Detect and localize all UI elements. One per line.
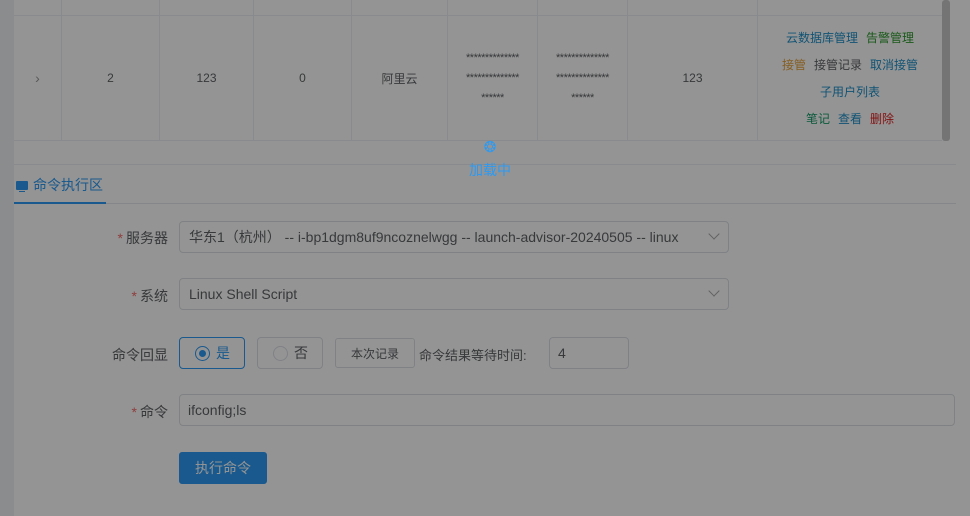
command-input[interactable]: ifconfig;ls [179,394,955,426]
alarm-link[interactable]: 告警管理 [866,29,914,46]
system-label: * 系统 [131,288,168,304]
expand-row-button[interactable]: › [14,16,62,140]
execute-command-button[interactable]: 执行命令 [179,452,267,484]
left-gutter [0,0,14,516]
radio-dot [195,345,210,361]
monitor-icon [16,180,28,192]
wait-time-input[interactable]: 4 [549,337,629,369]
sub-users-link[interactable]: 子用户列表 [820,83,880,100]
wait-time-label: 命令结果等待时间: [419,348,527,363]
takeover-link[interactable]: 接管 [782,56,806,73]
takeover-log-link[interactable]: 接管记录 [814,56,862,73]
delete-link[interactable]: 删除 [870,110,894,127]
cell-key1: ************** ************** ****** [448,16,538,140]
tab-command-area[interactable]: 命令执行区 [14,168,106,204]
echo-yes-radio[interactable]: 是 [179,337,245,369]
record-button[interactable]: 本次记录 [335,338,415,368]
chevron-down-icon [708,228,720,240]
cell-key2: ************** ************** ****** [538,16,628,140]
tab-bar: 命令执行区 [14,168,956,204]
command-label: * 命令 [131,404,168,420]
chevron-down-icon [708,285,720,297]
instance-table: › 2 123 0 阿里云 ************** ***********… [14,0,956,165]
table-scrollbar[interactable] [942,0,950,141]
view-link[interactable]: 查看 [838,110,862,127]
table-row [14,0,942,16]
cell-col-b: 0 [254,16,352,140]
cell-provider: 阿里云 [352,16,448,140]
server-label: * 服务器 [117,230,168,246]
echo-no-radio[interactable]: 否 [257,337,323,369]
cell-col-c: 123 [628,16,758,140]
cloud-db-link[interactable]: 云数据库管理 [786,29,858,46]
server-select[interactable]: 华东1（杭州） -- i-bp1dgm8uf9ncoznelwgg -- lau… [179,221,729,253]
system-select[interactable]: Linux Shell Script [179,278,729,310]
cell-index: 2 [62,16,160,140]
radio-dot [273,345,288,361]
tab-label: 命令执行区 [33,177,103,193]
echo-label: 命令回显 [112,347,168,363]
cell-col-a: 123 [160,16,254,140]
chevron-right-icon[interactable]: › [35,70,40,86]
table-row: › 2 123 0 阿里云 ************** ***********… [14,16,942,141]
notes-link[interactable]: 笔记 [806,110,830,127]
cell-operations: 云数据库管理 告警管理 接管 接管记录 取消接管 子用户列表 笔记 查看 删除 [758,16,942,140]
cancel-takeover-link[interactable]: 取消接管 [870,56,918,73]
